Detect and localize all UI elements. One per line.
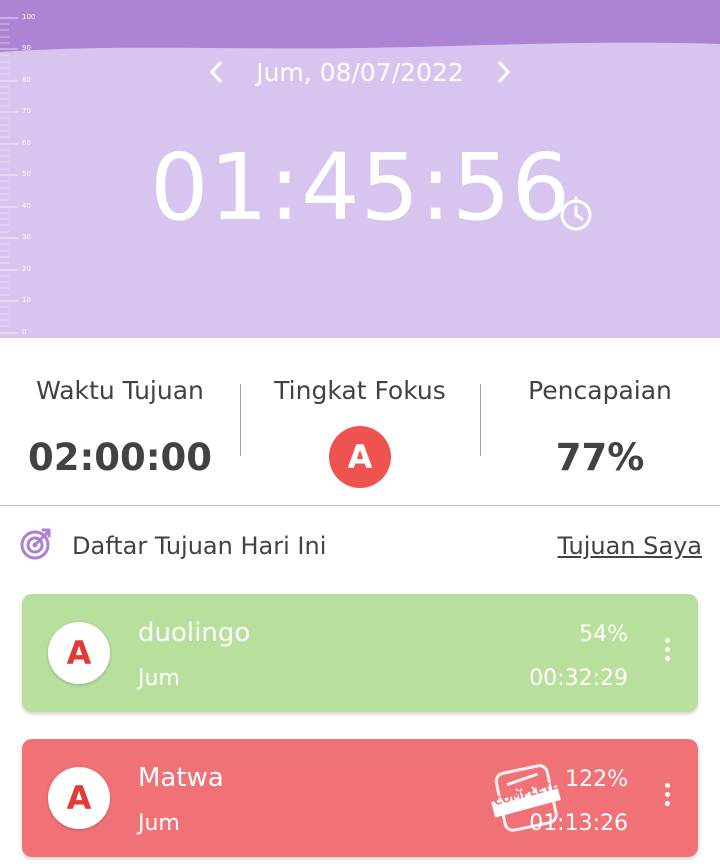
goal-percent: 54%	[579, 622, 628, 647]
goals-header: Daftar Tujuan Hari Ini Tujuan Saya	[0, 506, 720, 586]
goal-percent: 122%	[565, 767, 628, 792]
level-ruler: 100 90 80 70 60 50 40 30 20 10 0	[0, 0, 40, 338]
goal-card-duolingo[interactable]: A duolingo Jum 54% 00:32:29	[22, 594, 698, 712]
target-icon	[18, 526, 54, 562]
header-panel: 100 90 80 70 60 50 40 30 20 10 0 Jum, 08…	[0, 0, 720, 338]
ruler-label: 60	[22, 139, 31, 147]
goals-title: Daftar Tujuan Hari Ini	[72, 532, 327, 560]
ruler-label: 50	[22, 170, 31, 178]
chevron-left-icon	[210, 61, 222, 83]
achievement-stat: Pencapaian 77%	[480, 338, 720, 506]
achievement-label: Pencapaian	[528, 376, 672, 405]
previous-day-button[interactable]	[204, 57, 228, 87]
elapsed-timer: 01:45:56	[150, 134, 572, 241]
current-date[interactable]: Jum, 08/07/2022	[240, 58, 480, 87]
goal-time: 01:13:26	[529, 811, 628, 836]
goal-grade-avatar: A	[48, 767, 110, 829]
target-time-label: Waktu Tujuan	[36, 376, 204, 405]
chevron-right-icon	[498, 61, 510, 83]
focus-level-label: Tingkat Fokus	[274, 376, 446, 405]
progress-wave	[0, 0, 720, 52]
more-vert-icon[interactable]	[662, 783, 672, 813]
target-time-stat: Waktu Tujuan 02:00:00	[0, 338, 240, 506]
goal-name: duolingo	[138, 618, 251, 648]
stats-panel: Waktu Tujuan 02:00:00 Tingkat Fokus A Pe…	[0, 338, 720, 506]
goal-time: 00:32:29	[529, 666, 628, 691]
ruler-label: 20	[22, 265, 31, 273]
goal-day: Jum	[138, 811, 180, 836]
goal-grade-avatar: A	[48, 622, 110, 684]
goal-name: Matwa	[138, 763, 224, 793]
next-day-button[interactable]	[492, 57, 516, 87]
achievement-value: 77%	[555, 436, 645, 479]
timer-icon[interactable]	[558, 196, 594, 232]
focus-level-stat: Tingkat Fokus A	[240, 338, 480, 506]
ruler-label: 100	[22, 13, 36, 21]
ruler-label: 30	[22, 233, 31, 241]
ruler-label: 70	[22, 107, 31, 115]
more-vert-icon[interactable]	[662, 638, 672, 668]
ruler-label: 0	[22, 328, 27, 336]
ruler-label: 90	[22, 44, 31, 52]
ruler-label: 40	[22, 202, 31, 210]
goal-day: Jum	[138, 666, 180, 691]
focus-grade-badge: A	[329, 426, 391, 488]
ruler-label: 10	[22, 296, 31, 304]
date-navigator: Jum, 08/07/2022	[0, 55, 720, 91]
goal-card-matwa[interactable]: A Matwa Jum COMPLETE 122% 01:13:26	[22, 739, 698, 857]
my-goals-link[interactable]: Tujuan Saya	[557, 532, 702, 560]
target-time-value: 02:00:00	[27, 436, 213, 479]
